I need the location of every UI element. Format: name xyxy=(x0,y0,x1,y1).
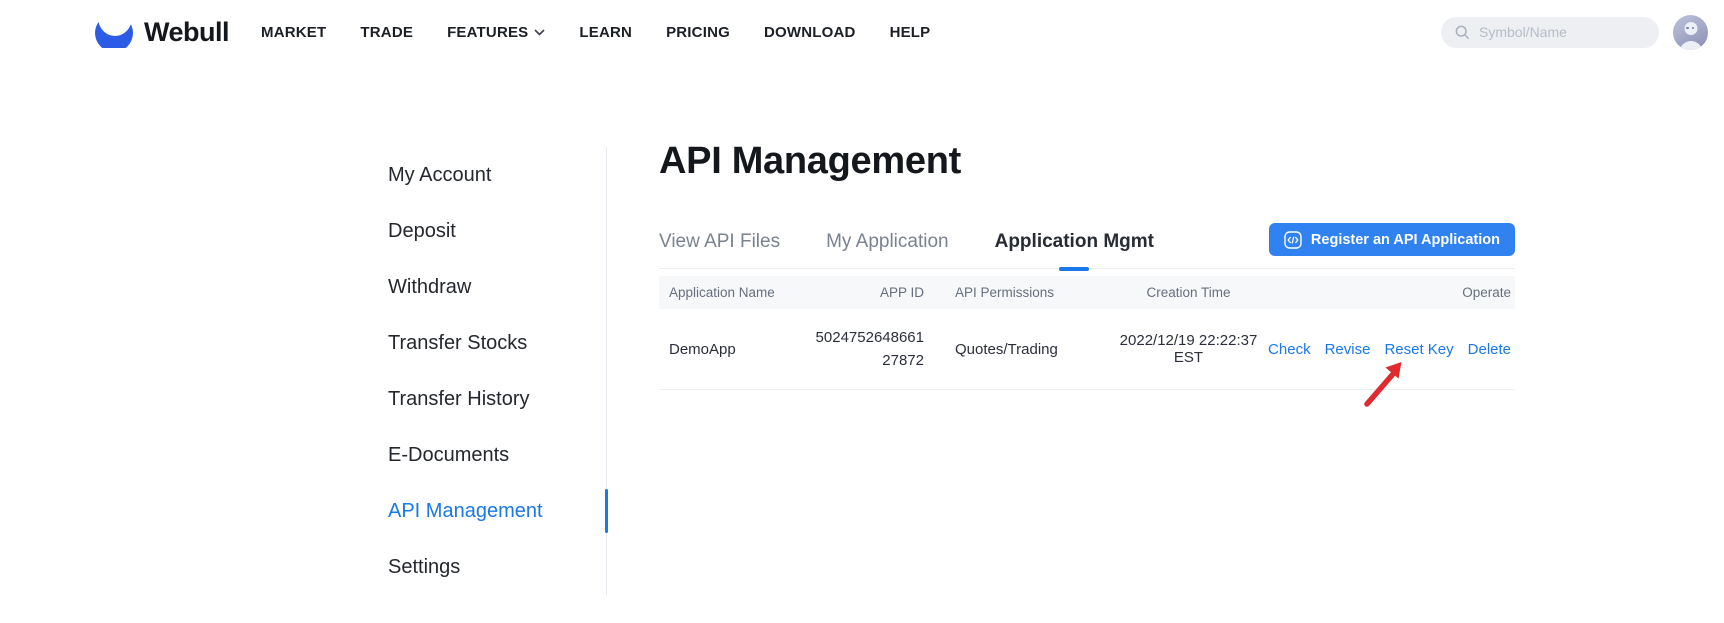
webull-logo[interactable]: Webull xyxy=(95,17,229,48)
api-applications-table: Application Name APP ID API Permissions … xyxy=(659,276,1515,390)
tabs: View API Files My Application Applicatio… xyxy=(659,231,1154,268)
tab-view-api-files[interactable]: View API Files xyxy=(659,231,780,268)
account-sidebar: My Account Deposit Withdraw Transfer Sto… xyxy=(388,147,607,595)
sidebar-item-label: My Account xyxy=(388,164,491,187)
sidebar-item-label: Withdraw xyxy=(388,276,471,299)
sidebar-item-label: Transfer Stocks xyxy=(388,332,527,355)
sidebar-item-api-management[interactable]: API Management xyxy=(388,483,606,539)
sidebar-item-my-account[interactable]: My Account xyxy=(388,147,606,203)
top-navigation: Webull MARKET TRADE FEATURES LEARN PRICI… xyxy=(0,0,1724,64)
operate-links: Check Revise Reset Key Delete xyxy=(1268,341,1511,358)
sidebar-item-deposit[interactable]: Deposit xyxy=(388,203,606,259)
chevron-down-icon xyxy=(534,29,545,36)
cell-api-permissions: Quotes/Trading xyxy=(924,341,1114,358)
nav-label: DOWNLOAD xyxy=(764,24,856,41)
nav-item-help[interactable]: HELP xyxy=(890,24,931,41)
app-id-value: 502475264866127872 xyxy=(809,326,924,373)
table-header: Application Name APP ID API Permissions … xyxy=(659,276,1515,309)
col-operate: Operate xyxy=(1263,285,1515,300)
register-api-application-button[interactable]: Register an API Application xyxy=(1269,223,1515,256)
symbol-search[interactable] xyxy=(1441,17,1659,48)
revise-link[interactable]: Revise xyxy=(1325,341,1371,358)
webull-crescent-icon xyxy=(95,17,135,48)
register-button-label: Register an API Application xyxy=(1311,232,1500,248)
nav-item-pricing[interactable]: PRICING xyxy=(666,24,730,41)
cell-operate: Check Revise Reset Key Delete xyxy=(1263,341,1515,358)
search-input[interactable] xyxy=(1479,24,1629,40)
page-title: API Management xyxy=(659,140,1515,183)
nav-label: PRICING xyxy=(666,24,730,41)
sidebar-item-settings[interactable]: Settings xyxy=(388,539,606,595)
sidebar-item-label: E-Documents xyxy=(388,444,509,467)
tab-bar: View API Files My Application Applicatio… xyxy=(659,223,1515,269)
nav-item-market[interactable]: MARKET xyxy=(261,24,326,41)
sidebar-item-label: Transfer History xyxy=(388,388,530,411)
sidebar-item-e-documents[interactable]: E-Documents xyxy=(388,427,606,483)
sidebar-item-withdraw[interactable]: Withdraw xyxy=(388,259,606,315)
nav-label: MARKET xyxy=(261,24,326,41)
tab-my-application[interactable]: My Application xyxy=(826,231,949,268)
sidebar-item-transfer-history[interactable]: Transfer History xyxy=(388,371,606,427)
nav-label: TRADE xyxy=(360,24,413,41)
red-annotation-arrow-icon xyxy=(1357,354,1415,410)
nav-item-learn[interactable]: LEARN xyxy=(579,24,632,41)
reset-key-link[interactable]: Reset Key xyxy=(1384,341,1453,358)
sidebar-item-label: Settings xyxy=(388,556,460,579)
code-icon xyxy=(1284,231,1302,249)
tab-application-mgmt[interactable]: Application Mgmt xyxy=(995,231,1154,268)
user-avatar[interactable] xyxy=(1673,15,1708,50)
nav-label: LEARN xyxy=(579,24,632,41)
cell-app-id: 502475264866127872 xyxy=(809,326,924,373)
nav-label: HELP xyxy=(890,24,931,41)
tab-label: View API Files xyxy=(659,231,780,252)
nav-item-features[interactable]: FEATURES xyxy=(447,24,545,41)
col-app-id: APP ID xyxy=(809,285,924,300)
main-menu: MARKET TRADE FEATURES LEARN PRICING DOWN… xyxy=(261,24,930,41)
tab-label: Application Mgmt xyxy=(995,231,1154,252)
cell-application-name: DemoApp xyxy=(659,341,809,358)
main-panel: API Management View API Files My Applica… xyxy=(607,64,1515,390)
col-api-permissions: API Permissions xyxy=(924,285,1114,300)
sidebar-item-transfer-stocks[interactable]: Transfer Stocks xyxy=(388,315,606,371)
tab-label: My Application xyxy=(826,231,949,252)
nav-label: FEATURES xyxy=(447,24,528,41)
check-link[interactable]: Check xyxy=(1268,341,1311,358)
sidebar-item-label: Deposit xyxy=(388,220,456,243)
sidebar-item-label: API Management xyxy=(388,500,543,523)
brand-name: Webull xyxy=(144,17,229,48)
content-area: My Account Deposit Withdraw Transfer Sto… xyxy=(0,64,1724,595)
nav-item-download[interactable]: DOWNLOAD xyxy=(764,24,856,41)
col-application-name: Application Name xyxy=(659,285,809,300)
nav-item-trade[interactable]: TRADE xyxy=(360,24,413,41)
table-row: DemoApp 502475264866127872 Quotes/Tradin… xyxy=(659,309,1515,390)
col-creation-time: Creation Time xyxy=(1114,285,1263,300)
search-icon xyxy=(1455,25,1470,40)
delete-link[interactable]: Delete xyxy=(1468,341,1511,358)
cell-creation-time: 2022/12/19 22:22:37 EST xyxy=(1114,332,1263,366)
